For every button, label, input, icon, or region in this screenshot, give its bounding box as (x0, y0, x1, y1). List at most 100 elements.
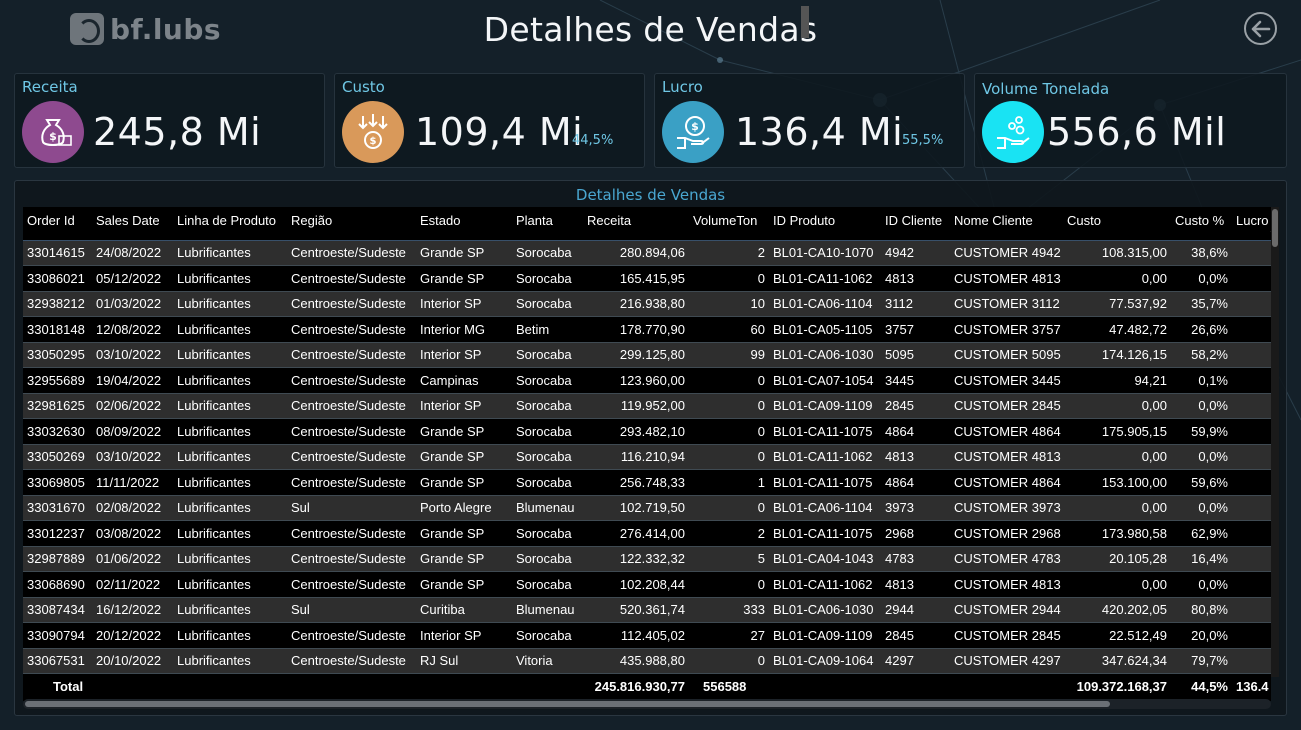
product-id-cell: BL01-CA11-1075 (769, 469, 881, 496)
volume-ton-cell: 0 (689, 571, 769, 598)
table-row[interactable]: 32987889 01/06/2022 Lubrificantes Centroest… (23, 546, 1271, 572)
receita-cell: 280.894,06 (583, 240, 689, 266)
column-header[interactable]: Linha de Produto (173, 207, 287, 241)
region-cell: Centroeste/Sudeste (287, 316, 416, 343)
svg-text:$: $ (370, 136, 377, 147)
total-empty-cell (881, 673, 950, 700)
order-id-cell: 33031670 (23, 495, 92, 521)
sales-date-cell: 03/10/2022 (92, 444, 173, 470)
client-name-cell: CUSTOMER 4864 (950, 418, 1063, 445)
client-id-cell: 4813 (881, 571, 950, 598)
kpi-card-receita: Receita $ 245,8 Mi (14, 73, 325, 168)
column-header[interactable]: VolumeTon (689, 207, 769, 241)
table-row[interactable]: 33032630 08/09/2022 Lubrificantes Centroest… (23, 418, 1271, 445)
lucro-cell (1232, 240, 1271, 266)
state-cell: Grande SP (416, 571, 512, 598)
table-row[interactable]: 33050269 03/10/2022 Lubrificantes Centroest… (23, 444, 1271, 470)
table-row[interactable]: 33067531 20/10/2022 Lubrificantes Centroest… (23, 648, 1271, 674)
client-id-cell: 2845 (881, 393, 950, 419)
table-row[interactable]: 33050295 03/10/2022 Lubrificantes Centroest… (23, 342, 1271, 368)
vertical-scrollbar-thumb[interactable] (1272, 209, 1278, 247)
column-header[interactable]: Receita (583, 207, 689, 241)
sales-date-cell: 24/08/2022 (92, 240, 173, 266)
plant-cell: Sorocaba (512, 520, 583, 547)
table-row[interactable]: 33087434 16/12/2022 Lubrificantes Sul Curiti… (23, 597, 1271, 623)
client-name-cell: CUSTOMER 4783 (950, 546, 1063, 572)
sales-date-cell: 11/11/2022 (92, 469, 173, 496)
horizontal-scrollbar-thumb[interactable] (25, 701, 1110, 707)
table-row[interactable]: 33090794 20/12/2022 Lubrificantes Centroest… (23, 622, 1271, 649)
kpi-card-lucro: Lucro $ 136,4 Mi 55,5% (654, 73, 965, 168)
plant-cell: Vitoria (512, 648, 583, 674)
product-line-cell: Lubrificantes (173, 367, 287, 394)
lucro-cell (1232, 648, 1271, 674)
column-header[interactable]: Sales Date (92, 207, 173, 241)
custo-cell: 173.980,58 (1063, 520, 1171, 547)
column-header[interactable]: Estado (416, 207, 512, 241)
order-id-cell: 33050295 (23, 342, 92, 368)
product-id-cell: BL01-CA06-1030 (769, 342, 881, 368)
plant-cell: Sorocaba (512, 393, 583, 419)
svg-text:$: $ (49, 130, 57, 143)
column-header[interactable]: Planta (512, 207, 583, 241)
receita-cell: 178.770,90 (583, 316, 689, 343)
table-row[interactable]: 32938212 01/03/2022 Lubrificantes Centroest… (23, 291, 1271, 317)
client-name-cell: CUSTOMER 4813 (950, 571, 1063, 598)
sales-date-cell: 12/08/2022 (92, 316, 173, 343)
product-id-cell: BL01-CA10-1070 (769, 240, 881, 266)
total-custo: 109.372.168,37 (1063, 673, 1171, 700)
client-id-cell: 2944 (881, 597, 950, 623)
region-cell: Centroeste/Sudeste (287, 546, 416, 572)
custo-pct-cell: 80,8% (1171, 597, 1232, 623)
custo-cell: 174.126,15 (1063, 342, 1171, 368)
column-header[interactable]: Nome Cliente (950, 207, 1063, 241)
lucro-cell (1232, 367, 1271, 394)
receita-cell: 102.719,50 (583, 495, 689, 521)
table-row[interactable]: 33031670 02/08/2022 Lubrificantes Sul Porto … (23, 495, 1271, 521)
total-lucro: 136.4 (1232, 673, 1271, 700)
column-header[interactable]: Custo % (1171, 207, 1232, 241)
product-id-cell: BL01-CA09-1109 (769, 622, 881, 649)
horizontal-scrollbar[interactable] (23, 699, 1271, 709)
table-row[interactable]: 33069805 11/11/2022 Lubrificantes Centroest… (23, 469, 1271, 496)
kpi-label: Lucro (662, 78, 703, 96)
lucro-cell (1232, 520, 1271, 547)
table-row[interactable]: 33014615 24/08/2022 Lubrificantes Centroest… (23, 240, 1271, 266)
hand-coin-icon: $ (662, 101, 724, 163)
column-header[interactable]: ID Produto (769, 207, 881, 241)
column-header[interactable]: Order Id (23, 207, 92, 241)
state-cell: Curitiba (416, 597, 512, 623)
table-row[interactable]: 32955689 19/04/2022 Lubrificantes Centroest… (23, 367, 1271, 394)
client-id-cell: 3757 (881, 316, 950, 343)
table-row[interactable]: 33018148 12/08/2022 Lubrificantes Centroest… (23, 316, 1271, 343)
plant-cell: Blumenau (512, 495, 583, 521)
back-button[interactable] (1244, 12, 1277, 45)
table-row[interactable]: 33068690 02/11/2022 Lubrificantes Centroest… (23, 571, 1271, 598)
kpi-value: 109,4 Mi (415, 110, 584, 154)
region-cell: Centroeste/Sudeste (287, 469, 416, 496)
column-header[interactable]: Custo (1063, 207, 1171, 241)
region-cell: Centroeste/Sudeste (287, 622, 416, 649)
receita-cell: 276.414,00 (583, 520, 689, 547)
receita-cell: 112.405,02 (583, 622, 689, 649)
plant-cell: Sorocaba (512, 291, 583, 317)
lucro-cell (1232, 571, 1271, 598)
table-row[interactable]: 33086021 05/12/2022 Lubrificantes Centroest… (23, 265, 1271, 292)
lucro-cell (1232, 622, 1271, 649)
plant-cell: Sorocaba (512, 418, 583, 445)
state-cell: Campinas (416, 367, 512, 394)
column-header[interactable]: ID Cliente (881, 207, 950, 241)
column-header[interactable]: Região (287, 207, 416, 241)
product-line-cell: Lubrificantes (173, 342, 287, 368)
vertical-scrollbar[interactable] (1271, 207, 1279, 677)
custo-pct-cell: 0,0% (1171, 444, 1232, 470)
sales-table-viewport[interactable]: Order Id Sales Date Linha de Produto Reg… (23, 207, 1271, 701)
table-row[interactable]: 33012237 03/08/2022 Lubrificantes Centroest… (23, 520, 1271, 547)
lucro-cell (1232, 546, 1271, 572)
column-header-sorted[interactable]: Lucro▼ (1232, 207, 1271, 241)
client-id-cell: 4864 (881, 418, 950, 445)
order-id-cell: 33087434 (23, 597, 92, 623)
table-row[interactable]: 32981625 02/06/2022 Lubrificantes Centroest… (23, 393, 1271, 419)
lucro-cell (1232, 444, 1271, 470)
product-line-cell: Lubrificantes (173, 648, 287, 674)
